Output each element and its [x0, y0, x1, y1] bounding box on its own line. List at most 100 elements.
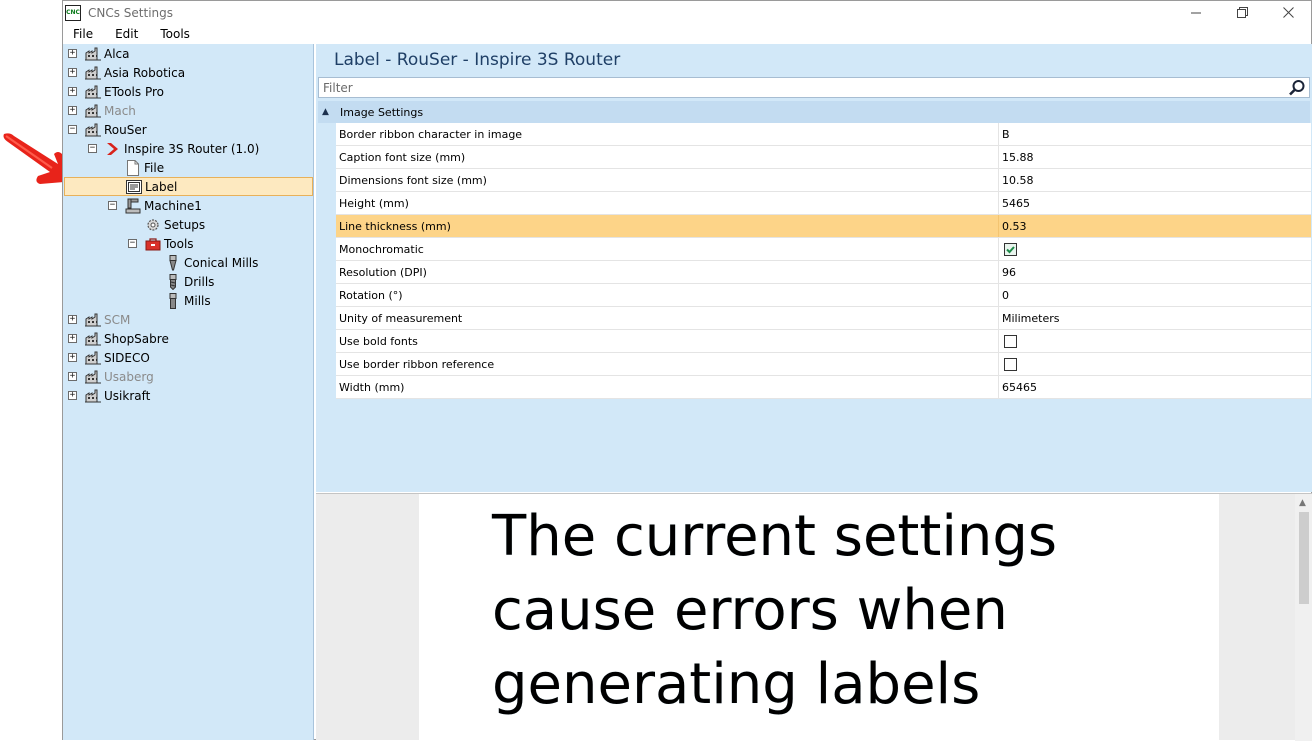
expand-icon[interactable]: + [68, 68, 77, 77]
property-value[interactable]: 96 [999, 261, 1311, 283]
property-row[interactable]: Line thickness (mm) 0.53 [336, 215, 1311, 238]
expand-icon[interactable]: + [68, 334, 77, 343]
app-window: CNC CNCs Settings File Edit Tools + Alca +… [62, 0, 1312, 741]
tree-item-label: Conical Mills [184, 255, 259, 270]
preview-page: The current settings cause errors when g… [419, 494, 1219, 741]
tree-item-scm[interactable]: + SCM [68, 310, 130, 329]
close-button[interactable] [1265, 1, 1311, 24]
tree-item-drills[interactable]: Drills [148, 272, 214, 291]
tree-item-tools[interactable]: − Tools [128, 234, 194, 253]
property-checkbox-cell[interactable] [999, 353, 1311, 375]
property-value[interactable]: 5465 [999, 192, 1311, 214]
property-value[interactable]: 65465 [999, 376, 1311, 398]
conical-mill-icon [165, 254, 181, 271]
chevron-up-icon[interactable]: ▲ [322, 107, 338, 117]
collapse-icon[interactable]: − [68, 125, 77, 134]
property-name: Width (mm) [336, 376, 999, 398]
factory-icon [85, 103, 101, 119]
expand-icon[interactable]: + [68, 49, 77, 58]
close-icon [1282, 7, 1294, 18]
tree-item-usikraft[interactable]: + Usikraft [68, 386, 150, 405]
tree-item-asia-robotica[interactable]: + Asia Robotica [68, 63, 185, 82]
property-row[interactable]: Width (mm) 65465 [336, 376, 1311, 399]
scroll-up-icon[interactable]: ▲ [1299, 498, 1306, 508]
mill-icon [165, 292, 181, 309]
checkbox-unchecked-icon[interactable] [1004, 334, 1017, 348]
property-value[interactable]: 0 [999, 284, 1311, 306]
property-name: Rotation (°) [336, 284, 999, 306]
property-row[interactable]: Monochromatic [336, 238, 1311, 261]
collapse-icon[interactable]: − [108, 201, 117, 210]
red-chevron-icon [105, 141, 121, 157]
property-row[interactable]: Rotation (°) 0 [336, 284, 1311, 307]
tree-item-inspire-3s-router-1-0[interactable]: − Inspire 3S Router (1.0) [88, 139, 259, 158]
label-icon [126, 179, 142, 195]
tree-item-shopsabre[interactable]: + ShopSabre [68, 329, 169, 348]
tree-item-usaberg[interactable]: + Usaberg [68, 367, 154, 386]
property-checkbox-cell[interactable] [999, 238, 1311, 260]
property-value[interactable]: Milimeters [999, 307, 1311, 329]
property-row[interactable]: Caption font size (mm) 15.88 [336, 146, 1311, 169]
expand-icon[interactable]: + [68, 372, 77, 381]
tree-item-etools-pro[interactable]: + ETools Pro [68, 82, 164, 101]
tree-item-label: Mills [184, 293, 211, 308]
menu-file[interactable]: File [63, 27, 104, 41]
tree-item-setups[interactable]: Setups [128, 215, 205, 234]
properties-pane: Label - RouSer - Inspire 3S Router ▲ Ima… [316, 44, 1312, 492]
expand-icon[interactable]: + [68, 353, 77, 362]
property-value[interactable]: 0.53 [999, 215, 1311, 237]
filter-input[interactable] [319, 78, 1279, 97]
tree-item-conical-mills[interactable]: Conical Mills [148, 253, 258, 272]
tree-item-label: Usaberg [104, 369, 154, 384]
scrollbar-thumb[interactable] [1299, 512, 1309, 604]
checkbox-checked-icon[interactable] [1004, 242, 1017, 256]
collapse-icon[interactable]: − [128, 239, 137, 248]
property-row[interactable]: Height (mm) 5465 [336, 192, 1311, 215]
preview-error-message: The current settings cause errors when g… [492, 504, 1058, 717]
property-row[interactable]: Use bold fonts [336, 330, 1311, 353]
expand-icon[interactable]: + [68, 87, 77, 96]
checkbox-unchecked-icon[interactable] [1004, 357, 1017, 371]
property-row[interactable]: Use border ribbon reference [336, 353, 1311, 376]
tree-item-mills[interactable]: Mills [148, 291, 211, 310]
tree-item-rouser[interactable]: − RouSer [68, 120, 147, 139]
app-logo-icon: CNC [65, 4, 81, 21]
property-row[interactable]: Dimensions font size (mm) 10.58 [336, 169, 1311, 192]
preview-scrollbar[interactable]: ▲ [1295, 494, 1312, 741]
collapse-icon[interactable]: − [88, 144, 97, 153]
property-value[interactable]: 15.88 [999, 146, 1311, 168]
property-value[interactable]: B [999, 123, 1311, 145]
expand-icon[interactable]: + [68, 391, 77, 400]
menu-edit[interactable]: Edit [104, 27, 149, 41]
property-name: Dimensions font size (mm) [336, 169, 999, 191]
property-name: Resolution (DPI) [336, 261, 999, 283]
drill-icon [165, 273, 181, 290]
label-preview: The current settings cause errors when g… [316, 493, 1312, 741]
minimize-button[interactable] [1173, 1, 1219, 24]
tree-item-alca[interactable]: + Alca [68, 44, 130, 63]
property-row[interactable]: Unity of measurement Milimeters [336, 307, 1311, 330]
tree-item-mach[interactable]: + Mach [68, 101, 136, 120]
tree-item-file[interactable]: File [108, 158, 164, 177]
property-row[interactable]: Border ribbon character in image B [336, 123, 1311, 146]
tree-item-label[interactable]: Label [64, 177, 313, 196]
restore-button[interactable] [1219, 1, 1265, 24]
tree-item-label: File [144, 160, 165, 175]
property-value[interactable]: 10.58 [999, 169, 1311, 191]
expand-icon[interactable]: + [68, 106, 77, 115]
expand-icon[interactable]: + [68, 315, 77, 324]
tree-item-label: Inspire 3S Router (1.0) [124, 141, 260, 156]
tree-item-label: Drills [184, 274, 215, 289]
tree-item-label: Mach [104, 103, 136, 118]
factory-icon [85, 65, 101, 81]
property-row[interactable]: Resolution (DPI) 96 [336, 261, 1311, 284]
category-header[interactable]: ▲ Image Settings [318, 101, 1310, 123]
tree-item-sideco[interactable]: + SIDECO [68, 348, 150, 367]
toolbox-icon [145, 236, 161, 252]
menu-tools[interactable]: Tools [149, 27, 201, 41]
property-grid: Border ribbon character in image B Caption… [336, 123, 1311, 399]
tree-item-machine1[interactable]: − Machine1 [108, 196, 202, 215]
search-icon[interactable] [1288, 79, 1306, 97]
factory-icon [85, 350, 101, 366]
property-checkbox-cell[interactable] [999, 330, 1311, 352]
